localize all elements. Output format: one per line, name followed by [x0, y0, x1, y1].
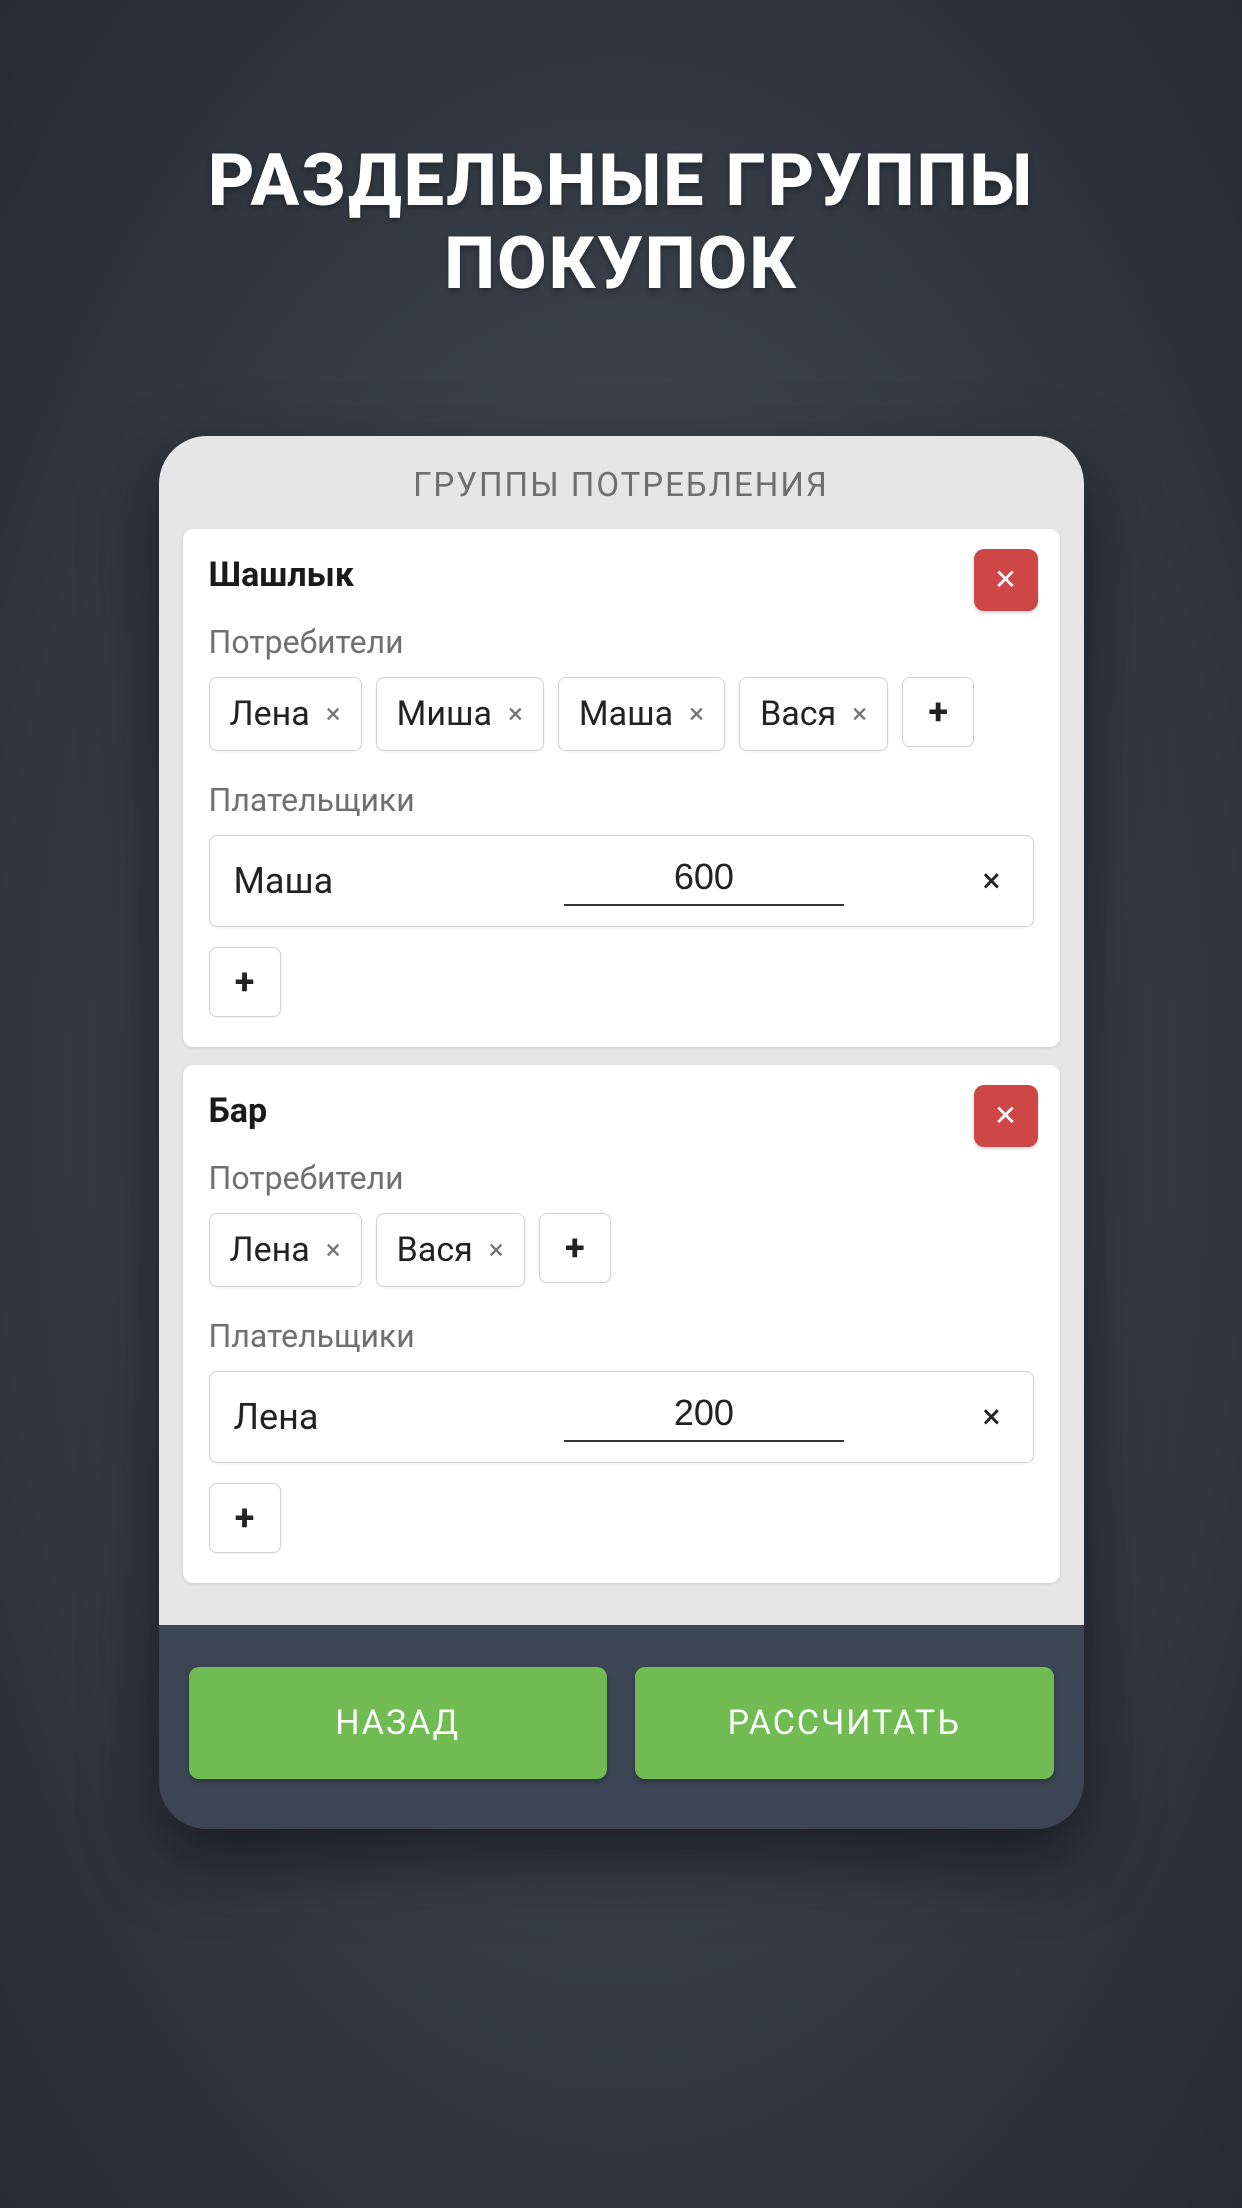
consumers-label: Потребители	[209, 1159, 1034, 1197]
consumer-chip[interactable]: Вася ×	[739, 677, 888, 751]
payer-name: Лена	[234, 1396, 434, 1438]
group-card: Шашлык ✕ Потребители Лена × Миша × Маша …	[183, 529, 1060, 1047]
phone-frame: ГРУППЫ ПОТРЕБЛЕНИЯ Шашлык ✕ Потребители …	[159, 436, 1084, 1829]
payer-name: Маша	[234, 860, 434, 902]
headline-line-1: РАЗДЕЛЬНЫЕ ГРУППЫ	[208, 138, 1034, 223]
consumer-name: Лена	[230, 1230, 310, 1270]
consumer-chip[interactable]: Вася ×	[376, 1213, 525, 1287]
payer-amount-input[interactable]	[564, 856, 844, 906]
add-consumer-button[interactable]: +	[539, 1213, 611, 1283]
add-payer-button[interactable]: +	[209, 1483, 281, 1553]
remove-consumer-icon[interactable]: ×	[326, 1233, 341, 1266]
remove-consumer-icon[interactable]: ×	[508, 697, 523, 730]
payer-row: Маша ×	[209, 835, 1034, 927]
add-payer-button[interactable]: +	[209, 947, 281, 1017]
consumers-row: Лена × Вася × +	[209, 1213, 1034, 1287]
consumer-chip[interactable]: Маша ×	[558, 677, 725, 751]
remove-consumer-icon[interactable]: ×	[489, 1233, 504, 1266]
payers-label: Плательщики	[209, 781, 1034, 819]
consumer-name: Вася	[397, 1230, 473, 1270]
plus-icon: +	[235, 961, 255, 1003]
consumer-chip[interactable]: Лена ×	[209, 677, 362, 751]
plus-icon: +	[928, 691, 948, 733]
group-title: Шашлык	[209, 555, 1034, 595]
remove-consumer-icon[interactable]: ×	[326, 697, 341, 730]
remove-consumer-icon[interactable]: ×	[689, 697, 704, 730]
close-icon: ✕	[994, 1099, 1017, 1132]
group-card: Бар ✕ Потребители Лена × Вася × + Плател…	[183, 1065, 1060, 1583]
promo-headline: РАЗДЕЛЬНЫЕ ГРУППЫ ПОКУПОК	[208, 140, 1034, 306]
close-icon: ✕	[994, 563, 1017, 596]
headline-line-2: ПОКУПОК	[444, 221, 798, 306]
consumers-row: Лена × Миша × Маша × Вася × +	[209, 677, 1034, 751]
consumer-chip[interactable]: Миша ×	[376, 677, 544, 751]
consumer-chip[interactable]: Лена ×	[209, 1213, 362, 1287]
consumer-name: Лена	[230, 694, 310, 734]
screen-content: ГРУППЫ ПОТРЕБЛЕНИЯ Шашлык ✕ Потребители …	[159, 436, 1084, 1625]
remove-payer-button[interactable]: ×	[974, 861, 1008, 901]
bottom-nav: НАЗАД РАССЧИТАТЬ	[159, 1625, 1084, 1829]
payer-amount-wrap	[454, 1392, 955, 1442]
payer-row: Лена ×	[209, 1371, 1034, 1463]
plus-icon: +	[565, 1227, 585, 1269]
add-consumer-button[interactable]: +	[902, 677, 974, 747]
plus-icon: +	[235, 1497, 255, 1539]
payer-amount-wrap	[454, 856, 955, 906]
group-title: Бар	[209, 1091, 1034, 1131]
consumers-label: Потребители	[209, 623, 1034, 661]
delete-group-button[interactable]: ✕	[974, 1085, 1038, 1147]
calculate-button[interactable]: РАССЧИТАТЬ	[635, 1667, 1054, 1779]
consumer-name: Вася	[760, 694, 836, 734]
payer-amount-input[interactable]	[564, 1392, 844, 1442]
remove-payer-button[interactable]: ×	[974, 1397, 1008, 1437]
screen-title: ГРУППЫ ПОТРЕБЛЕНИЯ	[183, 466, 1060, 505]
delete-group-button[interactable]: ✕	[974, 549, 1038, 611]
payers-label: Плательщики	[209, 1317, 1034, 1355]
remove-consumer-icon[interactable]: ×	[852, 697, 867, 730]
consumer-name: Маша	[579, 694, 673, 734]
consumer-name: Миша	[397, 694, 492, 734]
back-button[interactable]: НАЗАД	[189, 1667, 608, 1779]
